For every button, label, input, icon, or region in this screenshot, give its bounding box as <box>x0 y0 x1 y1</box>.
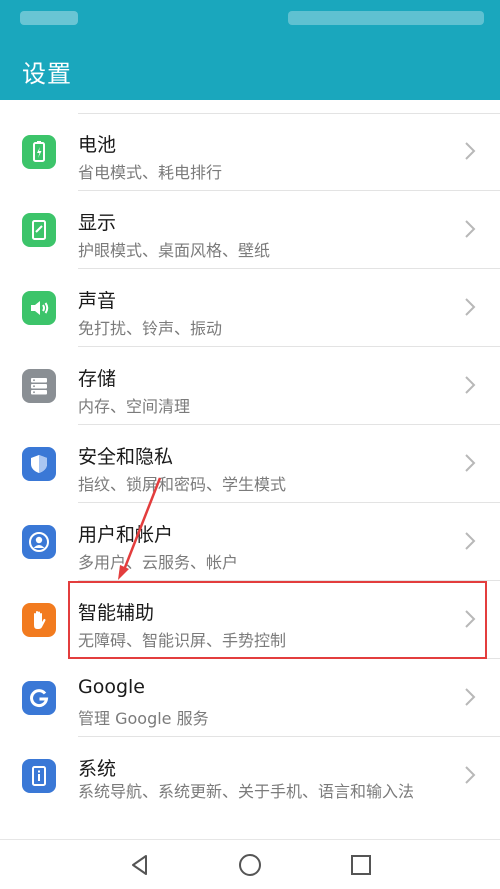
page-title: 设置 <box>22 60 72 88</box>
settings-item-users-accounts[interactable]: 用户和帐户 多用户、云服务、帐户 <box>0 503 500 581</box>
chevron-right-icon <box>465 532 476 550</box>
recent-square-icon[interactable] <box>348 852 374 878</box>
item-subtitle: 护眼模式、桌面风格、壁纸 <box>78 241 271 260</box>
settings-item-google[interactable]: Google 管理 Google 服务 <box>0 659 500 737</box>
chevron-right-icon <box>465 766 476 784</box>
display-icon <box>22 213 56 247</box>
chevron-right-icon <box>465 376 476 394</box>
settings-item-storage[interactable]: 存储 内存、空间清理 <box>0 347 500 425</box>
navigation-bar <box>0 839 500 889</box>
status-bar <box>0 0 500 38</box>
annotation-highlight-box <box>68 581 487 659</box>
item-subtitle: 内存、空间清理 <box>78 397 191 416</box>
item-title: 存储 <box>78 368 117 390</box>
chevron-right-icon <box>465 298 476 316</box>
item-subtitle: 省电模式、耗电排行 <box>78 163 223 182</box>
item-title: 电池 <box>78 134 117 156</box>
storage-icon <box>22 369 56 403</box>
status-bar-left-blurred <box>20 11 78 25</box>
settings-item-sound[interactable]: 声音 免打扰、铃声、振动 <box>0 269 500 347</box>
user-icon <box>22 525 56 559</box>
chevron-right-icon <box>465 454 476 472</box>
item-subtitle: 管理 Google 服务 <box>78 709 209 728</box>
item-title: 用户和帐户 <box>78 524 174 546</box>
item-title: 安全和隐私 <box>78 446 174 468</box>
settings-item-system[interactable]: 系统 系统导航、系统更新、关于手机、语言和输入法 <box>0 737 500 840</box>
item-subtitle: 多用户、云服务、帐户 <box>78 553 239 572</box>
chevron-right-icon <box>465 220 476 238</box>
item-subtitle: 免打扰、铃声、振动 <box>78 319 223 338</box>
item-subtitle: 系统导航、系统更新、关于手机、语言和输入法 <box>78 782 415 801</box>
back-triangle-icon[interactable] <box>127 852 153 878</box>
battery-icon <box>22 135 56 169</box>
speaker-icon <box>22 291 56 325</box>
item-title: 系统 <box>78 758 117 780</box>
settings-item-battery[interactable]: 电池 省电模式、耗电排行 <box>0 113 500 191</box>
item-title: Google <box>78 676 146 698</box>
settings-item-display[interactable]: 显示 护眼模式、桌面风格、壁纸 <box>0 191 500 269</box>
item-title: 声音 <box>78 290 117 312</box>
home-circle-icon[interactable] <box>237 852 263 878</box>
app-header: 设置 <box>0 38 500 100</box>
hand-icon <box>22 603 56 637</box>
google-icon <box>22 681 56 715</box>
chevron-right-icon <box>465 142 476 160</box>
system-info-icon <box>22 759 56 793</box>
item-subtitle: 指纹、锁屏和密码、学生模式 <box>78 475 287 494</box>
item-title: 显示 <box>78 212 117 234</box>
chevron-right-icon <box>465 688 476 706</box>
shield-icon <box>22 447 56 481</box>
status-bar-right-blurred <box>288 11 484 25</box>
settings-item-security[interactable]: 安全和隐私 指纹、锁屏和密码、学生模式 <box>0 425 500 503</box>
settings-list: 电池 省电模式、耗电排行 显示 护眼模式、桌面风格、壁纸 声音 免打扰、铃声、振… <box>0 113 500 840</box>
